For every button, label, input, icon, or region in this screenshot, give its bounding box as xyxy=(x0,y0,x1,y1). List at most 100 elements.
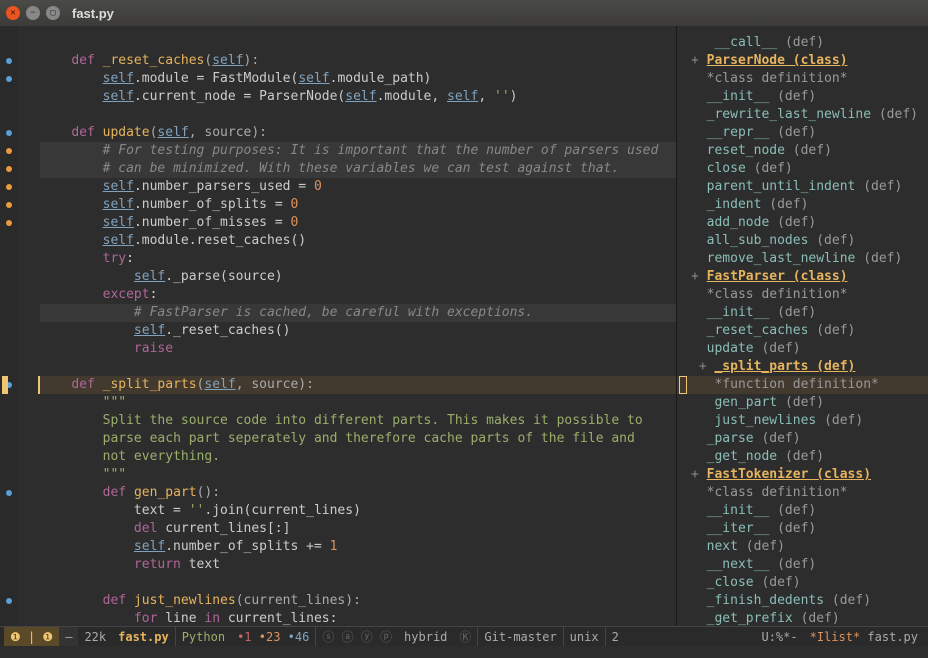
outline-item[interactable]: add_node (def) xyxy=(677,214,928,232)
outline-pane[interactable]: __call__ (def)+ ParserNode (class) *clas… xyxy=(676,26,928,626)
sb-mode[interactable]: Python xyxy=(175,627,231,646)
outline-item[interactable]: __iter__ (def) xyxy=(677,520,928,538)
outline-item[interactable]: __init__ (def) xyxy=(677,304,928,322)
outline-item[interactable]: reset_node (def) xyxy=(677,142,928,160)
code-line[interactable]: # FastParser is cached, be careful with … xyxy=(40,304,676,322)
outline-item[interactable]: parent_until_indent (def) xyxy=(677,178,928,196)
code-line[interactable]: self.current_node = ParserNode(self.modu… xyxy=(40,88,676,106)
minimize-icon[interactable]: − xyxy=(26,6,40,20)
gutter-dot-icon xyxy=(6,58,12,64)
code-line[interactable]: return text xyxy=(40,556,676,574)
sb-indicator: ❶ | ❶ xyxy=(4,627,59,646)
code-line[interactable]: self.number_of_splits = 0 xyxy=(40,196,676,214)
code-line[interactable]: parse each part seperately and therefore… xyxy=(40,430,676,448)
code-line[interactable]: # For testing purposes: It is important … xyxy=(40,142,676,160)
code-line[interactable]: self._parse(source) xyxy=(40,268,676,286)
outline-item[interactable]: next (def) xyxy=(677,538,928,556)
outline-gutter xyxy=(677,26,689,626)
code-line[interactable]: self.number_of_misses = 0 xyxy=(40,214,676,232)
sb-git[interactable]: Git-master xyxy=(477,627,562,646)
code-line[interactable]: self.number_parsers_used = 0 xyxy=(40,178,676,196)
outline-item[interactable]: close (def) xyxy=(677,160,928,178)
status-bar: ❶ | ❶ — 22k fast.py Python •1 •23 •46 ⓢ … xyxy=(0,626,928,646)
window-controls: ✕ − ▢ xyxy=(6,6,60,20)
code-line[interactable]: def _reset_caches(self): xyxy=(40,52,676,70)
code-line[interactable]: # can be minimized. With these variables… xyxy=(40,160,676,178)
sb-right-mode: U:%*- xyxy=(755,627,803,646)
outline-item[interactable]: all_sub_nodes (def) xyxy=(677,232,928,250)
sb-dash: — xyxy=(59,627,78,646)
sb-minor-modes: ⓢ ⓐ ⓨ ⓟ xyxy=(315,627,398,646)
code-line[interactable]: raise xyxy=(40,340,676,358)
close-icon[interactable]: ✕ xyxy=(6,6,20,20)
outline-item[interactable]: + FastTokenizer (class) xyxy=(677,466,928,484)
code-line[interactable]: self._reset_caches() xyxy=(40,322,676,340)
code-line[interactable]: """ xyxy=(40,466,676,484)
code-line[interactable] xyxy=(40,34,676,52)
outline-item[interactable]: _get_node (def) xyxy=(677,448,928,466)
code-line[interactable] xyxy=(40,574,676,592)
minibuffer[interactable] xyxy=(0,646,928,658)
outline-item[interactable]: _get_prefix (def) xyxy=(677,610,928,626)
outline-item[interactable]: __call__ (def) xyxy=(677,34,928,52)
code-line[interactable]: Split the source code into different par… xyxy=(40,412,676,430)
outline-item[interactable]: __next__ (def) xyxy=(677,556,928,574)
outline-item[interactable]: + _split_parts (def) xyxy=(677,358,928,376)
gutter-dot-icon xyxy=(6,202,12,208)
outline-item[interactable]: __init__ (def) xyxy=(677,88,928,106)
outline-item[interactable]: _finish_dedents (def) xyxy=(677,592,928,610)
code-line[interactable]: def update(self, source): xyxy=(40,124,676,142)
code-line[interactable]: def just_newlines(current_lines): xyxy=(40,592,676,610)
outline-item[interactable]: _parse (def) xyxy=(677,430,928,448)
code-line[interactable]: self.module = FastModule(self.module_pat… xyxy=(40,70,676,88)
code-line[interactable]: self.number_of_splits += 1 xyxy=(40,538,676,556)
sb-flycheck[interactable]: •1 •23 •46 xyxy=(231,627,315,646)
window-title: fast.py xyxy=(72,6,114,21)
code-line[interactable]: self.module.reset_caches() xyxy=(40,232,676,250)
gutter-dot-icon xyxy=(6,184,12,190)
outline-item[interactable]: remove_last_newline (def) xyxy=(677,250,928,268)
code-line[interactable]: """ xyxy=(40,394,676,412)
gutter-dot-icon xyxy=(6,220,12,226)
outline-item[interactable]: *class definition* xyxy=(677,484,928,502)
code-line[interactable]: text = ''.join(current_lines) xyxy=(40,502,676,520)
outline-item[interactable]: _reset_caches (def) xyxy=(677,322,928,340)
gutter-dot-icon xyxy=(6,76,12,82)
gutter-dot-icon xyxy=(6,598,12,604)
sb-k: Ⓚ xyxy=(453,627,477,646)
outline-item[interactable]: update (def) xyxy=(677,340,928,358)
outline-cursor-icon xyxy=(679,376,687,394)
outline-item[interactable]: _indent (def) xyxy=(677,196,928,214)
outline-item[interactable]: *function definition* xyxy=(677,376,928,394)
outline-item[interactable]: *class definition* xyxy=(677,70,928,88)
outline-item[interactable]: _rewrite_last_newline (def) xyxy=(677,106,928,124)
outline-item[interactable]: gen_part (def) xyxy=(677,394,928,412)
outline-item[interactable]: just_newlines (def) xyxy=(677,412,928,430)
maximize-icon[interactable]: ▢ xyxy=(46,6,60,20)
code-line[interactable]: def _split_parts(self, source): xyxy=(38,376,676,394)
code-gutter xyxy=(0,26,18,626)
sb-size: 22k xyxy=(78,627,112,646)
sb-pos: 2 xyxy=(605,627,625,646)
code-line[interactable]: del current_lines[:] xyxy=(40,520,676,538)
outline-item[interactable]: __init__ (def) xyxy=(677,502,928,520)
outline-item[interactable]: + FastParser (class) xyxy=(677,268,928,286)
code-line[interactable]: try: xyxy=(40,250,676,268)
outline-item[interactable]: _close (def) xyxy=(677,574,928,592)
gutter-dot-icon xyxy=(6,490,12,496)
code-line[interactable]: def gen_part(): xyxy=(40,484,676,502)
code-line[interactable] xyxy=(40,106,676,124)
sb-right-buf[interactable]: *Ilist* fast.py xyxy=(804,627,924,646)
code-line[interactable]: except: xyxy=(40,286,676,304)
code-line[interactable]: for line in current_lines: xyxy=(40,610,676,626)
outline-item[interactable]: __repr__ (def) xyxy=(677,124,928,142)
code-line[interactable]: not everything. xyxy=(40,448,676,466)
code-line[interactable] xyxy=(40,358,676,376)
sb-encoding: unix xyxy=(563,627,605,646)
outline-item[interactable]: *class definition* xyxy=(677,286,928,304)
code-pane[interactable]: def _reset_caches(self): self.module = F… xyxy=(0,26,676,626)
outline-item[interactable]: + ParserNode (class) xyxy=(677,52,928,70)
gutter-dot-icon xyxy=(6,166,12,172)
sb-filename[interactable]: fast.py xyxy=(112,627,175,646)
editor-area: def _reset_caches(self): self.module = F… xyxy=(0,26,928,626)
